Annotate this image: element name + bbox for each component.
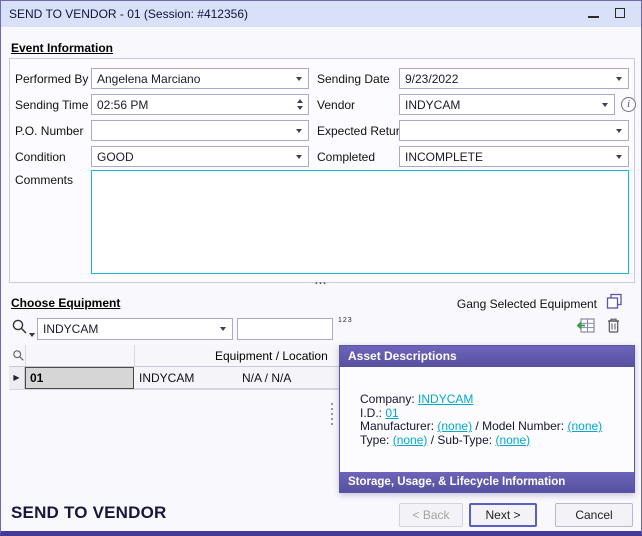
back-button[interactable]: < Back — [399, 503, 463, 527]
choose-equipment-heading: Choose Equipment — [11, 296, 120, 310]
sending-time-spinner[interactable]: 02:56 PM — [91, 94, 309, 115]
model-number-link[interactable]: (none) — [567, 419, 602, 433]
completed-value: INCOMPLETE — [405, 150, 483, 164]
maximize-icon — [615, 8, 625, 18]
event-information-heading: Event Information — [11, 41, 113, 55]
condition-value: GOOD — [97, 150, 134, 164]
storage-usage-lifecycle-header[interactable]: Storage, Usage, & Lifecycle Information — [340, 472, 634, 492]
gang-selected-equipment-label: Gang Selected Equipment — [457, 297, 597, 311]
spinner-arrows-icon[interactable] — [297, 99, 303, 110]
row-location-cell: N/A / N/A — [242, 371, 291, 385]
row-equipment-cell: INDYCAM — [139, 371, 194, 385]
titlebar: SEND TO VENDOR - 01 (Session: #412356) — [1, 1, 641, 27]
window-title: SEND TO VENDOR - 01 (Session: #412356) — [9, 7, 248, 21]
completed-combobox[interactable]: INCOMPLETE — [399, 146, 629, 167]
chevron-down-icon — [616, 129, 622, 133]
window-controls — [588, 7, 633, 21]
performed-by-label: Performed By — [15, 72, 88, 86]
manufacturer-link[interactable]: (none) — [437, 419, 472, 433]
type-link[interactable]: (none) — [393, 433, 428, 447]
horizontal-splitter-handle[interactable]: ... — [1, 275, 641, 287]
chevron-down-icon — [616, 77, 622, 81]
delete-icon[interactable] — [605, 316, 622, 338]
company-link[interactable]: INDYCAM — [418, 392, 473, 406]
vendor-info-icon[interactable]: i — [621, 97, 636, 112]
performed-by-combobox[interactable]: Angelena Marciano — [91, 68, 309, 89]
performed-by-value: Angelena Marciano — [97, 72, 200, 86]
equipment-filter-combobox[interactable]: INDYCAM — [37, 318, 233, 340]
barcode-scan-button[interactable]: 123 — [338, 317, 353, 324]
subtype-label: / Sub-Type: — [431, 433, 492, 447]
chevron-down-icon — [29, 333, 35, 337]
vendor-value: INDYCAM — [405, 98, 460, 112]
next-button[interactable]: Next > — [469, 503, 537, 527]
chevron-down-icon — [220, 327, 226, 331]
minimize-icon — [588, 16, 599, 18]
condition-combobox[interactable]: GOOD — [91, 146, 309, 167]
asset-type-line: Type: (none) / Sub-Type: (none) — [360, 434, 626, 448]
po-number-label: P.O. Number — [15, 124, 83, 138]
search-icon — [11, 318, 28, 335]
grid-column-header: Equipment / Location — [215, 349, 328, 363]
id-link[interactable]: 01 — [385, 406, 398, 420]
vertical-splitter-handle[interactable] — [331, 403, 333, 425]
row-indicator-icon: ▶ — [9, 367, 25, 389]
cancel-button[interactable]: Cancel — [555, 503, 633, 527]
vendor-combobox[interactable]: INDYCAM — [399, 94, 615, 115]
asset-manufacturer-line: Manufacturer: (none) / Model Number: (no… — [360, 420, 626, 434]
sending-time-label: Sending Time — [15, 98, 88, 112]
asset-id-line: I.D.: 01 — [360, 407, 626, 421]
asset-descriptions-panel: Asset Descriptions Company: INDYCAM I.D.… — [339, 345, 635, 493]
po-number-combobox[interactable] — [91, 120, 309, 141]
chevron-down-icon — [296, 77, 302, 81]
row-filter-search-icon[interactable] — [12, 349, 25, 365]
maximize-button[interactable] — [615, 7, 625, 21]
type-label: Type: — [360, 433, 389, 447]
equipment-search-input[interactable] — [237, 318, 333, 340]
footer-page-title: SEND TO VENDOR — [11, 503, 167, 523]
comments-textarea[interactable] — [91, 170, 629, 274]
subtype-link[interactable]: (none) — [495, 433, 530, 447]
equipment-filter-value: INDYCAM — [43, 322, 98, 336]
sending-date-value: 9/23/2022 — [405, 72, 458, 86]
send-to-grid-icon[interactable] — [577, 316, 596, 338]
sending-date-combobox[interactable]: 9/23/2022 — [399, 68, 629, 89]
minimize-button[interactable] — [588, 7, 599, 21]
chevron-down-icon — [602, 103, 608, 107]
asset-company-line: Company: INDYCAM — [360, 393, 626, 407]
expected-return-label: Expected Return — [317, 124, 406, 138]
asset-descriptions-header[interactable]: Asset Descriptions — [340, 346, 634, 367]
barcode-digits: 123 — [338, 317, 353, 324]
row-id-cell: 01 — [25, 367, 134, 389]
send-to-vendor-dialog: SEND TO VENDOR - 01 (Session: #412356) E… — [0, 0, 642, 536]
chevron-down-icon — [296, 129, 302, 133]
comments-label: Comments — [15, 173, 73, 187]
asset-descriptions-body: Company: INDYCAM I.D.: 01 Manufacturer: … — [340, 367, 634, 447]
condition-label: Condition — [15, 150, 66, 164]
search-filter-button[interactable] — [11, 318, 28, 338]
model-number-label: / Model Number: — [475, 419, 564, 433]
vendor-label: Vendor — [317, 98, 355, 112]
expected-return-combobox[interactable] — [399, 120, 629, 141]
completed-label: Completed — [317, 150, 375, 164]
sending-time-value: 02:56 PM — [97, 98, 148, 112]
manufacturer-label: Manufacturer: — [360, 419, 434, 433]
id-label: I.D.: — [360, 406, 382, 420]
company-label: Company: — [360, 392, 415, 406]
sending-date-label: Sending Date — [317, 72, 390, 86]
chevron-down-icon — [296, 155, 302, 159]
gang-equipment-icon[interactable] — [606, 293, 623, 313]
chevron-down-icon — [616, 155, 622, 159]
